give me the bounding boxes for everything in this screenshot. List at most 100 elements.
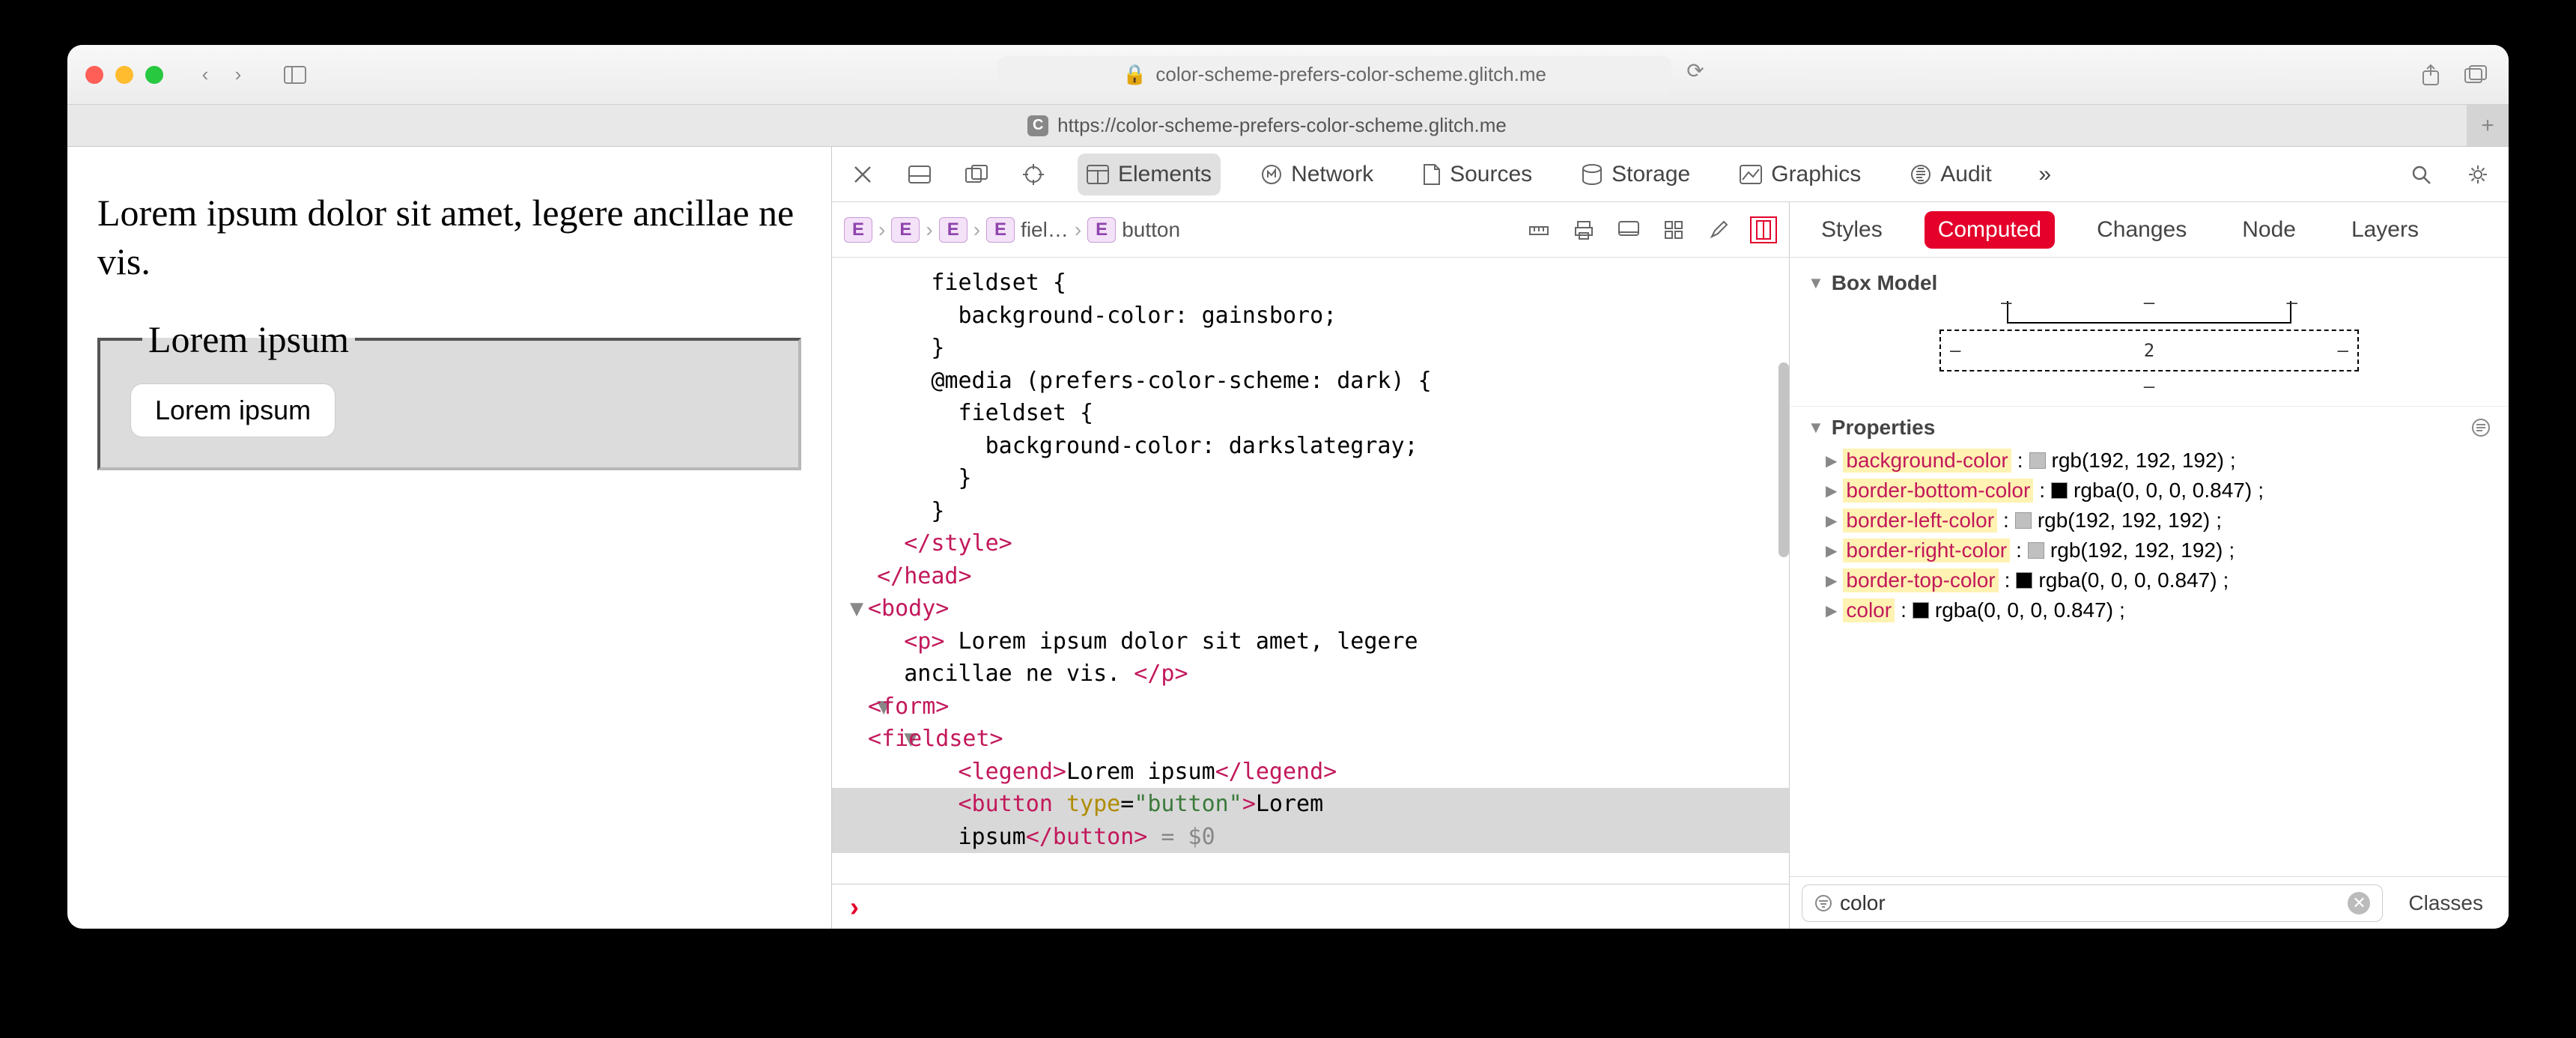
url-field[interactable]: 🔒 color-scheme-prefers-color-scheme.glit…: [997, 56, 1671, 94]
close-devtools-button[interactable]: [850, 162, 875, 187]
devtools-tabbar: Elements Network Sources Storage Graphic…: [832, 147, 2509, 202]
sidebar-toggle-button[interactable]: [280, 60, 310, 90]
new-tab-button[interactable]: +: [2467, 105, 2509, 146]
tab-changes[interactable]: Changes: [2083, 211, 2200, 249]
ruler-icon[interactable]: [1525, 216, 1552, 243]
network-icon: [1261, 164, 1282, 185]
filter-options-icon[interactable]: [2471, 418, 2491, 437]
crumb-body[interactable]: E: [891, 217, 920, 243]
lock-icon: 🔒: [1123, 63, 1146, 86]
dom-line[interactable]: ▼ <form>: [832, 691, 1789, 723]
crumb-fieldset-e[interactable]: E: [986, 217, 1015, 243]
dom-line[interactable]: <p> Lorem ipsum dolor sit amet, legere: [832, 625, 1789, 658]
dom-line[interactable]: }: [832, 462, 1789, 495]
forward-button[interactable]: ›: [223, 60, 253, 90]
property-name: border-right-color: [1843, 538, 2010, 562]
properties-list: ▶background-color: rgb(192, 192, 192);▶b…: [1808, 446, 2491, 625]
property-value: rgba(0, 0, 0, 0.847): [2038, 568, 2217, 592]
scrollbar[interactable]: [1778, 362, 1789, 557]
console-prompt-icon: ›: [850, 891, 859, 923]
color-swatch[interactable]: [2028, 542, 2044, 559]
tab-storage[interactable]: Storage: [1573, 154, 1699, 195]
device-icon[interactable]: [1615, 216, 1642, 243]
dom-line[interactable]: fieldset {: [832, 267, 1789, 300]
sources-icon: [1423, 163, 1441, 186]
dom-line[interactable]: }: [832, 495, 1789, 528]
settings-gear-icon[interactable]: [2465, 162, 2491, 187]
dock-bottom-icon[interactable]: [907, 162, 932, 187]
dom-line[interactable]: ancillae ne vis. </p>: [832, 658, 1789, 691]
dom-line[interactable]: }: [832, 332, 1789, 365]
tab-computed[interactable]: Computed: [1925, 211, 2055, 249]
dom-line[interactable]: background-color: gainsboro;: [832, 300, 1789, 333]
property-row[interactable]: ▶border-top-color: rgba(0, 0, 0, 0.847);: [1808, 565, 2491, 595]
property-row[interactable]: ▶background-color: rgb(192, 192, 192);: [1808, 446, 2491, 476]
console-drawer[interactable]: ›: [832, 884, 1789, 929]
reload-button[interactable]: ⟳: [1680, 56, 1710, 86]
dom-line[interactable]: @media (prefers-color-scheme: dark) {: [832, 365, 1789, 398]
crumb-html[interactable]: E: [844, 217, 872, 243]
filter-row: color ✕ Classes: [1790, 876, 2509, 929]
brush-icon[interactable]: [1705, 216, 1732, 243]
maximize-window-button[interactable]: [145, 66, 163, 84]
crumb-fieldset[interactable]: fiel…: [1021, 218, 1069, 242]
color-swatch[interactable]: [1913, 602, 1929, 619]
tab-styles[interactable]: Styles: [1808, 211, 1896, 249]
tab-node[interactable]: Node: [2229, 211, 2309, 249]
dom-line-selected[interactable]: ipsum</button> = $0: [832, 821, 1789, 854]
tab-layers[interactable]: Layers: [2338, 211, 2432, 249]
box-model-diagram[interactable]: — — — —2— —: [1939, 301, 2359, 397]
crumb-form[interactable]: E: [939, 217, 967, 243]
chevron-right-icon: ▶: [1826, 601, 1837, 620]
property-row[interactable]: ▶border-bottom-color: rgba(0, 0, 0, 0.84…: [1808, 476, 2491, 506]
color-swatch[interactable]: [2016, 572, 2032, 589]
dom-tree[interactable]: fieldset { background-color: gainsboro; …: [832, 258, 1789, 884]
property-value: rgba(0, 0, 0, 0.847): [1935, 598, 2113, 622]
tab-graphics[interactable]: Graphics: [1731, 154, 1870, 195]
tab-audit[interactable]: Audit: [1901, 154, 2000, 195]
minimize-window-button[interactable]: [115, 66, 133, 84]
dom-line[interactable]: ▼ <body>: [832, 592, 1789, 625]
property-value: rgb(192, 192, 192): [2038, 509, 2210, 532]
page-button[interactable]: Lorem ipsum: [130, 383, 335, 437]
crumb-button-e[interactable]: E: [1087, 217, 1116, 243]
browser-tab[interactable]: C https://color-scheme-prefers-color-sch…: [67, 105, 2467, 146]
dock-undock-icon[interactable]: [964, 162, 989, 187]
grid-icon[interactable]: [1660, 216, 1687, 243]
tab-network[interactable]: Network: [1252, 154, 1382, 195]
dom-line[interactable]: </style>: [832, 527, 1789, 560]
tab-sources[interactable]: Sources: [1414, 154, 1541, 195]
search-icon[interactable]: [2408, 162, 2434, 187]
property-row[interactable]: ▶border-right-color: rgb(192, 192, 192);: [1808, 535, 2491, 565]
crumb-button[interactable]: button: [1122, 218, 1180, 242]
property-row[interactable]: ▶border-left-color: rgb(192, 192, 192);: [1808, 506, 2491, 535]
color-swatch[interactable]: [2029, 452, 2046, 469]
dom-line-selected[interactable]: <button type="button">Lorem: [832, 788, 1789, 821]
compositing-borders-icon[interactable]: [1750, 216, 1777, 243]
chevron-down-icon: ▼: [1808, 418, 1824, 437]
properties-header[interactable]: ▼Properties: [1808, 416, 2491, 440]
page-form: Lorem ipsum Lorem ipsum: [97, 318, 801, 470]
inspect-element-icon[interactable]: [1021, 162, 1046, 187]
share-button[interactable]: [2416, 60, 2446, 90]
dom-line[interactable]: ▼ <fieldset>: [832, 723, 1789, 756]
close-window-button[interactable]: [85, 66, 103, 84]
dom-line[interactable]: </head>: [832, 560, 1789, 593]
print-icon[interactable]: [1570, 216, 1597, 243]
dom-line[interactable]: <legend>Lorem ipsum</legend>: [832, 756, 1789, 789]
color-swatch[interactable]: [2051, 482, 2068, 499]
traffic-lights: [85, 66, 163, 84]
tab-elements[interactable]: Elements: [1078, 154, 1221, 195]
overflow-tabs-button[interactable]: »: [2032, 162, 2058, 187]
dom-line[interactable]: fieldset {: [832, 397, 1789, 430]
storage-icon: [1582, 164, 1603, 185]
color-swatch[interactable]: [2015, 512, 2032, 529]
back-button[interactable]: ‹: [190, 60, 220, 90]
property-row[interactable]: ▶color: rgba(0, 0, 0, 0.847);: [1808, 595, 2491, 625]
clear-filter-button[interactable]: ✕: [2348, 892, 2370, 914]
filter-input[interactable]: color ✕: [1802, 884, 2383, 922]
styles-tabbar: Styles Computed Changes Node Layers: [1790, 202, 2509, 258]
dom-line[interactable]: background-color: darkslategray;: [832, 430, 1789, 463]
tabs-overview-button[interactable]: [2461, 60, 2491, 90]
classes-button[interactable]: Classes: [2395, 885, 2497, 921]
